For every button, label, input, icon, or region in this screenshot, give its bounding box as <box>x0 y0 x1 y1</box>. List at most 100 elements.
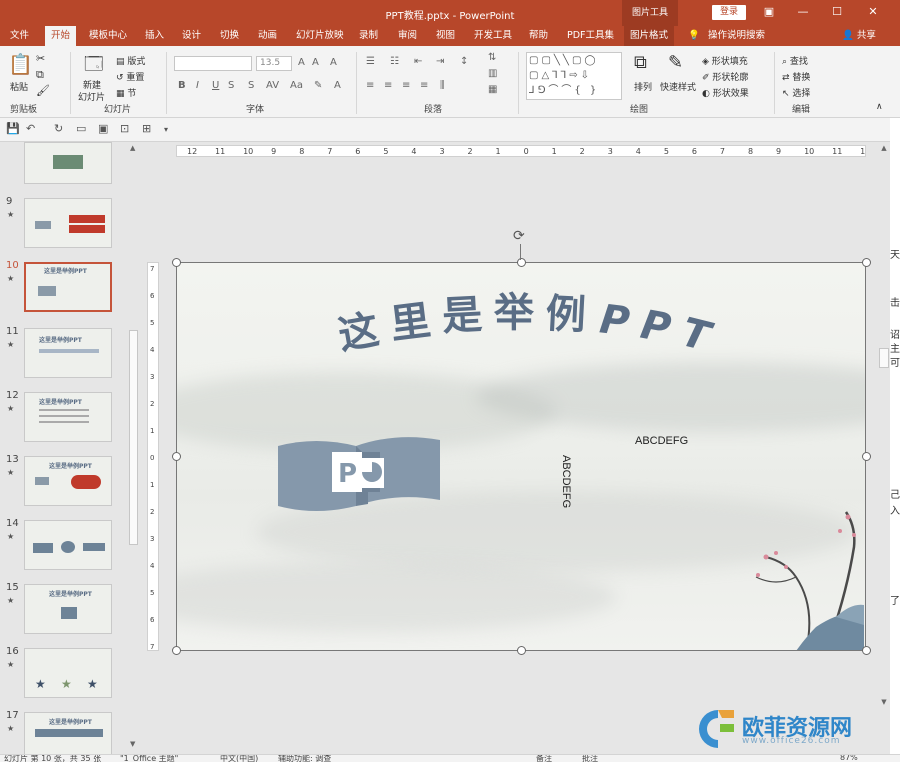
tab-review[interactable]: 审阅 <box>398 26 417 46</box>
increase-indent-icon[interactable]: ⇥ <box>436 56 444 67</box>
minimize-icon[interactable]: — <box>786 0 820 26</box>
find-button[interactable]: ⌕ 查找 <box>782 54 808 67</box>
shadow-icon[interactable]: S <box>248 80 254 91</box>
justify-icon[interactable]: ≡ <box>420 80 428 91</box>
shapes-gallery[interactable]: ▢▢╲╲▢◯ ▢△⅂⅂⇨⇩ ⅃⅁⌒⌒{ } <box>526 52 622 100</box>
align-left-icon[interactable]: ≡ <box>366 80 374 91</box>
tab-animations[interactable]: 动画 <box>258 26 277 46</box>
language[interactable]: 中文(中国) <box>220 755 258 762</box>
align-text-icon[interactable]: ▥ <box>488 68 497 79</box>
tab-pdf-tools[interactable]: PDF工具集 <box>567 26 614 46</box>
cut-icon[interactable]: ✂ <box>36 52 45 65</box>
spacing-icon[interactable]: AV <box>266 80 279 91</box>
section-button[interactable]: ▦ 节 <box>116 86 136 99</box>
tab-insert[interactable]: 插入 <box>145 26 164 46</box>
ribbon-display-options-icon[interactable]: ▣ <box>752 0 786 26</box>
format-painter-icon[interactable]: 🖌 <box>36 84 50 97</box>
resize-handle-bottom-right[interactable] <box>862 646 871 655</box>
save-icon[interactable]: 💾 <box>6 122 20 135</box>
slide-scrollbar[interactable]: ▲ ▼ <box>878 142 890 712</box>
resize-handle-bottom[interactable] <box>517 646 526 655</box>
tab-help[interactable]: 帮助 <box>529 26 548 46</box>
scroll-thumb[interactable] <box>129 330 138 545</box>
redo-icon[interactable]: ↻ <box>54 122 63 135</box>
copy-icon[interactable]: ⧉ <box>36 68 44 82</box>
arrange-icon[interactable]: ⧉ <box>634 52 647 73</box>
underline-icon[interactable]: U <box>212 80 219 91</box>
tab-slideshow[interactable]: 幻灯片放映 <box>296 26 344 46</box>
shape-outline-button[interactable]: ✐ 形状轮廓 <box>702 70 748 83</box>
screenshot-icon[interactable]: ⊡ <box>120 122 129 135</box>
highlight-icon[interactable]: ✎ <box>314 80 322 91</box>
tab-design[interactable]: 设计 <box>182 26 201 46</box>
shape-fill-button[interactable]: ◈ 形状填充 <box>702 54 748 67</box>
collapse-ribbon-icon[interactable]: ∧ <box>876 102 883 112</box>
text-direction-icon[interactable]: ⇅ <box>488 52 496 63</box>
strikethrough-icon[interactable]: S <box>228 80 234 91</box>
resize-handle-left[interactable] <box>172 452 181 461</box>
slide-thumbnail-14[interactable] <box>24 520 112 570</box>
smartart-icon[interactable]: ▦ <box>488 84 497 95</box>
align-right-icon[interactable]: ≡ <box>402 80 410 91</box>
picture-icon[interactable]: ▣ <box>98 122 108 135</box>
scroll-down-icon[interactable]: ▼ <box>130 740 135 748</box>
resize-handle-right[interactable] <box>862 452 871 461</box>
line-spacing-icon[interactable]: ↕ <box>460 56 468 67</box>
tab-developer[interactable]: 开发工具 <box>474 26 512 46</box>
undo-icon[interactable]: ↶ <box>26 122 35 135</box>
change-case-icon[interactable]: Aa <box>290 80 303 91</box>
slide-thumbnail-13[interactable]: 这里是举例PPT <box>24 456 112 506</box>
rotate-handle-icon[interactable]: ⟳ <box>513 228 525 244</box>
resize-handle-top-left[interactable] <box>172 258 181 267</box>
shape-effect-button[interactable]: ◐ 形状效果 <box>702 86 749 99</box>
shrink-font-icon[interactable]: A <box>312 57 319 68</box>
notes-button[interactable]: 备注 <box>536 755 552 762</box>
quick-styles-button[interactable]: 快速样式 <box>660 80 696 93</box>
numbering-icon[interactable]: ☷ <box>390 56 399 67</box>
clear-format-icon[interactable]: A <box>330 57 337 68</box>
tab-record[interactable]: 录制 <box>359 26 378 46</box>
resize-handle-bottom-left[interactable] <box>172 646 181 655</box>
grow-font-icon[interactable]: A <box>298 57 305 68</box>
slide-thumbnail-9[interactable] <box>24 198 112 248</box>
tab-transitions[interactable]: 切换 <box>220 26 239 46</box>
font-color-icon[interactable]: A <box>334 80 341 91</box>
login-button[interactable]: 登录 <box>712 5 746 20</box>
resize-handle-top-right[interactable] <box>862 258 871 267</box>
comments-button[interactable]: 批注 <box>582 755 598 762</box>
customize-qat-icon[interactable]: ▾ <box>164 125 168 134</box>
scroll-thumb[interactable] <box>879 348 889 368</box>
slide-thumbnail-15[interactable]: 这里是举例PPT <box>24 584 112 634</box>
scroll-up-icon[interactable]: ▲ <box>878 144 890 156</box>
columns-icon[interactable]: ⫼ <box>440 80 445 91</box>
italic-icon[interactable]: I <box>196 80 199 91</box>
reset-button[interactable]: ↺ 重置 <box>116 70 144 83</box>
paste-icon[interactable]: 📋 <box>8 52 33 76</box>
tab-picture-format[interactable]: 图片格式 <box>624 26 675 46</box>
decrease-indent-icon[interactable]: ⇤ <box>414 56 422 67</box>
slide-thumbnail-12[interactable]: 这里是举例PPT <box>24 392 112 442</box>
slide-thumbnail-10[interactable]: 这里是举例PPT <box>24 262 112 312</box>
share-button[interactable]: 👤 共享 <box>842 26 876 46</box>
accessibility-status[interactable]: 辅助功能: 调查 <box>278 755 331 762</box>
new-slide-label-2[interactable]: 幻灯片 <box>78 90 105 103</box>
slide-thumbnail-16[interactable]: ★ ★ ★ <box>24 648 112 698</box>
select-button[interactable]: ↖ 选择 <box>782 86 810 99</box>
slideshow-icon[interactable]: ▭ <box>76 122 86 135</box>
bullets-icon[interactable]: ☰ <box>366 56 375 67</box>
presenter-icon[interactable]: ⊞ <box>142 122 151 135</box>
arrange-button[interactable]: 排列 <box>634 80 652 93</box>
align-center-icon[interactable]: ≡ <box>384 80 392 91</box>
font-size-box[interactable]: 13.5 <box>256 56 292 71</box>
tab-file[interactable]: 文件 <box>10 26 29 46</box>
scroll-up-icon[interactable]: ▲ <box>130 144 135 152</box>
close-icon[interactable]: ✕ <box>856 0 890 26</box>
maximize-icon[interactable]: ☐ <box>820 0 854 26</box>
paste-button[interactable]: 粘贴 <box>10 80 28 93</box>
slide-thumbnail-11[interactable]: 这里是举例PPT <box>24 328 112 378</box>
resize-handle-top[interactable] <box>517 258 526 267</box>
quick-styles-icon[interactable]: ✎ <box>668 52 683 73</box>
replace-button[interactable]: ⇄ 替换 <box>782 70 810 83</box>
slide-thumbnail-8[interactable] <box>24 142 112 184</box>
slide-thumbnail-17[interactable]: 这里是举例PPT <box>24 712 112 754</box>
